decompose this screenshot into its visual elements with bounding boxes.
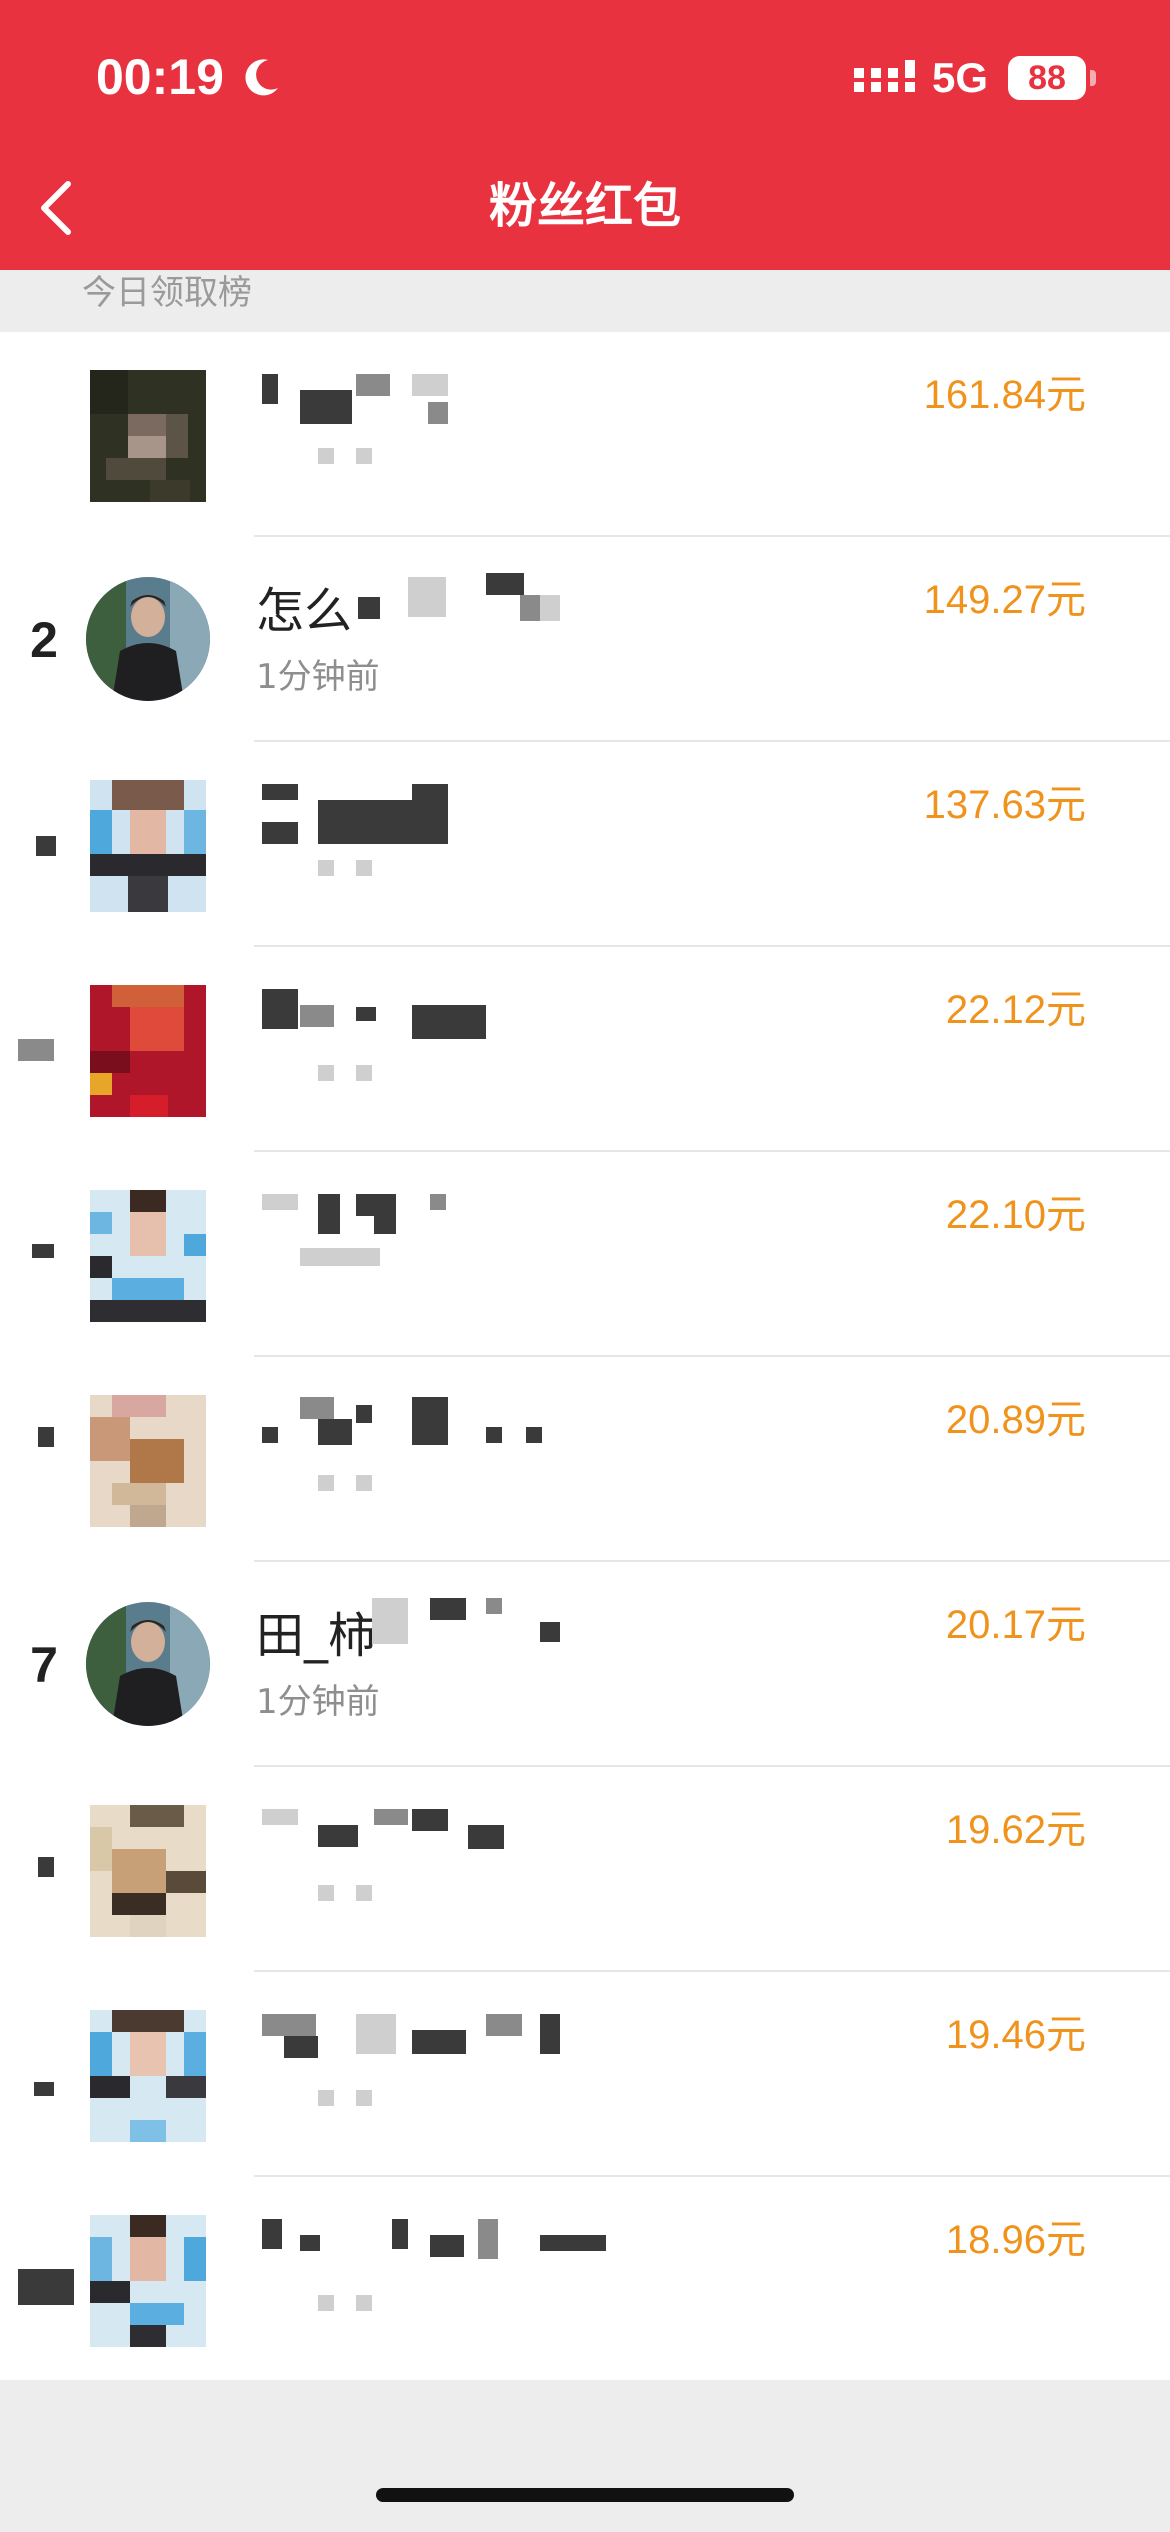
leaderboard-row[interactable]: 19.46元 [0, 1972, 1170, 2177]
avatar [90, 985, 206, 1117]
avatar [90, 780, 206, 912]
avatar [90, 1395, 206, 1527]
section-label: 今日领取榜 [82, 273, 252, 313]
battery-cap [1090, 70, 1096, 86]
leaderboard-row[interactable]: 137.63元 [0, 742, 1170, 947]
amount-value: 20.89元 [945, 1398, 1086, 1442]
amount-value: 149.27元 [923, 578, 1086, 622]
avatar [90, 2010, 206, 2142]
avatar [90, 2215, 206, 2347]
rank-number: 7 [30, 1636, 58, 1693]
avatar [90, 1190, 206, 1322]
amount-value: 161.84元 [923, 373, 1086, 417]
status-time: 00:19 [96, 49, 224, 105]
leaderboard-row[interactable]: 7 田_柿 1分钟前 20.17元 [0, 1562, 1170, 1767]
signal-icon [854, 60, 915, 92]
leaderboard-row[interactable]: 18.96元 [0, 2177, 1170, 2382]
leaderboard-row[interactable]: 19.62元 [0, 1767, 1170, 1972]
leaderboard-row[interactable]: 22.12元 [0, 947, 1170, 1152]
rank-number [14, 1972, 74, 2177]
avatar [90, 1805, 206, 1937]
claim-time: 1分钟前 [256, 1682, 380, 1722]
amount-value: 22.12元 [945, 988, 1086, 1032]
amount-value: 22.10元 [945, 1193, 1086, 1237]
page-title: 粉丝红包 [488, 178, 681, 234]
amount-value: 19.46元 [945, 2013, 1086, 2057]
home-indicator[interactable] [376, 2488, 794, 2502]
user-name: 田_柿 [256, 1608, 377, 1664]
navigation-header: 00:19 5G 88 粉丝红包 [0, 0, 1170, 270]
amount-value: 137.63元 [923, 783, 1086, 827]
leaderboard-list: 161.84元 2 怎么 1分钟前 149.27元 137.63元 22.12元… [0, 332, 1170, 2380]
moon-icon [245, 59, 278, 96]
avatar [90, 370, 206, 502]
leaderboard-row[interactable]: 20.89元 [0, 1357, 1170, 1562]
leaderboard-row[interactable]: 161.84元 [0, 332, 1170, 537]
amount-value: 19.62元 [945, 1808, 1086, 1852]
rank-number: 2 [30, 611, 58, 668]
avatar [86, 1602, 210, 1726]
claim-time: 1分钟前 [256, 657, 380, 697]
network-label: 5G [932, 54, 989, 101]
leaderboard-row[interactable]: 2 怎么 1分钟前 149.27元 [0, 537, 1170, 742]
amount-value: 18.96元 [945, 2218, 1086, 2262]
amount-value: 20.17元 [945, 1603, 1086, 1647]
rank-number [14, 332, 74, 537]
battery-indicator: 88 [1008, 56, 1086, 100]
user-name: 怎么 [256, 583, 353, 639]
rank-number [14, 1357, 74, 1562]
leaderboard-row[interactable]: 22.10元 [0, 1152, 1170, 1357]
avatar [86, 577, 210, 701]
